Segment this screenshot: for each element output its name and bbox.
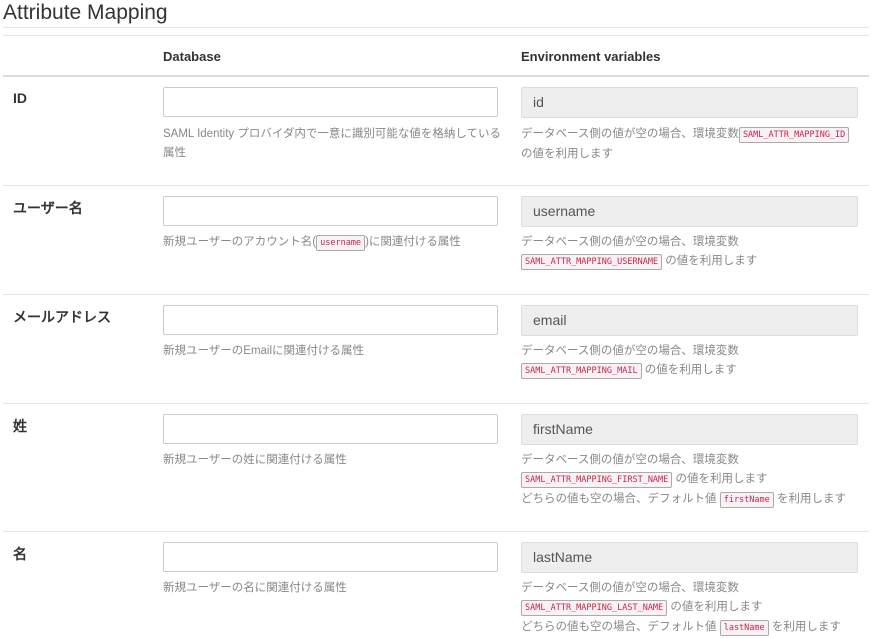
env-var-code: SAML_ATTR_MAPPING_ID — [738, 127, 850, 143]
id-env-help: データベース側の値が空の場合、環境変数 SAML_ATTR_MAPPING_ID … — [521, 125, 866, 164]
table-row-first-name: 姓 firstName 新規ユーザーの姓に関連付ける属性 データベース側の値が空… — [3, 404, 869, 531]
row-label-first-name: 姓 — [13, 418, 27, 434]
email-env-value: email — [521, 305, 858, 336]
last-name-database-input[interactable] — [163, 542, 498, 572]
default-help-prefix: どちらの値も空の場合、デフォルト値 — [521, 493, 717, 505]
page-title: Attribute Mapping — [3, 1, 168, 24]
default-value-code: firstName — [719, 492, 774, 508]
last-name-database-help: 新規ユーザーの名に関連付ける属性 — [163, 582, 347, 594]
last-name-env-help: データベース側の値が空の場合、環境変数 SAML_ATTR_MAPPING_LA… — [521, 579, 866, 638]
default-help-suffix: を利用します — [776, 493, 846, 505]
env-help-suffix: の値を利用します — [665, 255, 758, 267]
row-label-username: ユーザー名 — [13, 200, 83, 216]
email-database-input[interactable] — [163, 305, 498, 335]
email-env-help: データベース側の値が空の場合、環境変数 SAML_ATTR_MAPPING_MA… — [521, 342, 866, 381]
email-database-help: 新規ユーザーのEmailに関連付ける属性 — [163, 345, 365, 357]
first-name-env-value: firstName — [521, 414, 858, 445]
default-help-prefix: どちらの値も空の場合、デフォルト値 — [521, 621, 717, 633]
username-database-help: 新規ユーザーのアカウント名(username)に関連付ける属性 — [163, 233, 508, 253]
env-help-suffix: の値を利用します — [675, 473, 768, 485]
env-help-prefix: データベース側の値が空の場合、環境変数 — [521, 454, 739, 466]
id-database-help: SAML Identity プロバイダ内で一意に識別可能な値を格納している属性 — [163, 128, 502, 159]
last-name-env-value: lastName — [521, 542, 858, 573]
env-var-code: SAML_ATTR_MAPPING_USERNAME — [521, 254, 663, 270]
env-help-prefix: データベース側の値が空の場合、環境変数 — [521, 236, 739, 248]
db-help-code: username — [316, 235, 366, 251]
username-env-help: データベース側の値が空の場合、環境変数 SAML_ATTR_MAPPING_US… — [521, 233, 866, 272]
env-help-prefix: データベース側の値が空の場合、環境変数 — [521, 345, 739, 357]
table-row-last-name: 名 lastName 新規ユーザーの名に関連付ける属性 データベース側の値が空の… — [3, 532, 869, 639]
first-name-env-help: データベース側の値が空の場合、環境変数 SAML_ATTR_MAPPING_FI… — [521, 451, 866, 510]
title-divider — [3, 27, 869, 28]
db-help-prefix: 新規ユーザーのアカウント名( — [163, 236, 317, 248]
env-help-suffix: の値を利用します — [521, 148, 613, 160]
default-value-code: lastName — [719, 620, 769, 636]
row-label-last-name: 名 — [13, 546, 27, 562]
env-help-prefix: データベース側の値が空の場合、環境変数 — [521, 582, 739, 594]
username-env-value: username — [521, 196, 858, 227]
table-row-username: ユーザー名 username 新規ユーザーのアカウント名(username)に関… — [3, 186, 869, 294]
env-help-suffix: の値を利用します — [644, 364, 737, 376]
env-help-prefix: データベース側の値が空の場合、環境変数 — [521, 128, 739, 140]
column-header-database: Database — [163, 49, 221, 64]
first-name-database-input[interactable] — [163, 414, 498, 444]
table-row-email: メールアドレス email 新規ユーザーのEmailに関連付ける属性 データベー… — [3, 295, 869, 403]
id-env-value: id — [521, 87, 858, 118]
env-var-code: SAML_ATTR_MAPPING_MAIL — [521, 363, 642, 379]
db-help-suffix: )に関連付ける属性 — [365, 236, 461, 248]
env-help-suffix: の値を利用します — [670, 601, 763, 613]
column-header-environment: Environment variables — [521, 49, 661, 64]
id-database-input[interactable] — [163, 87, 498, 117]
first-name-database-help: 新規ユーザーの姓に関連付ける属性 — [163, 454, 347, 466]
env-var-code: SAML_ATTR_MAPPING_FIRST_NAME — [521, 472, 673, 488]
row-label-id: ID — [13, 90, 27, 106]
default-help-suffix: を利用します — [771, 621, 841, 633]
table-header-top-border — [3, 35, 869, 36]
table-row-id: ID id SAML Identity プロバイダ内で一意に識別可能な値を格納し… — [3, 77, 869, 185]
row-label-email: メールアドレス — [13, 309, 111, 325]
env-var-code: SAML_ATTR_MAPPING_LAST_NAME — [521, 600, 668, 616]
username-database-input[interactable] — [163, 196, 498, 226]
